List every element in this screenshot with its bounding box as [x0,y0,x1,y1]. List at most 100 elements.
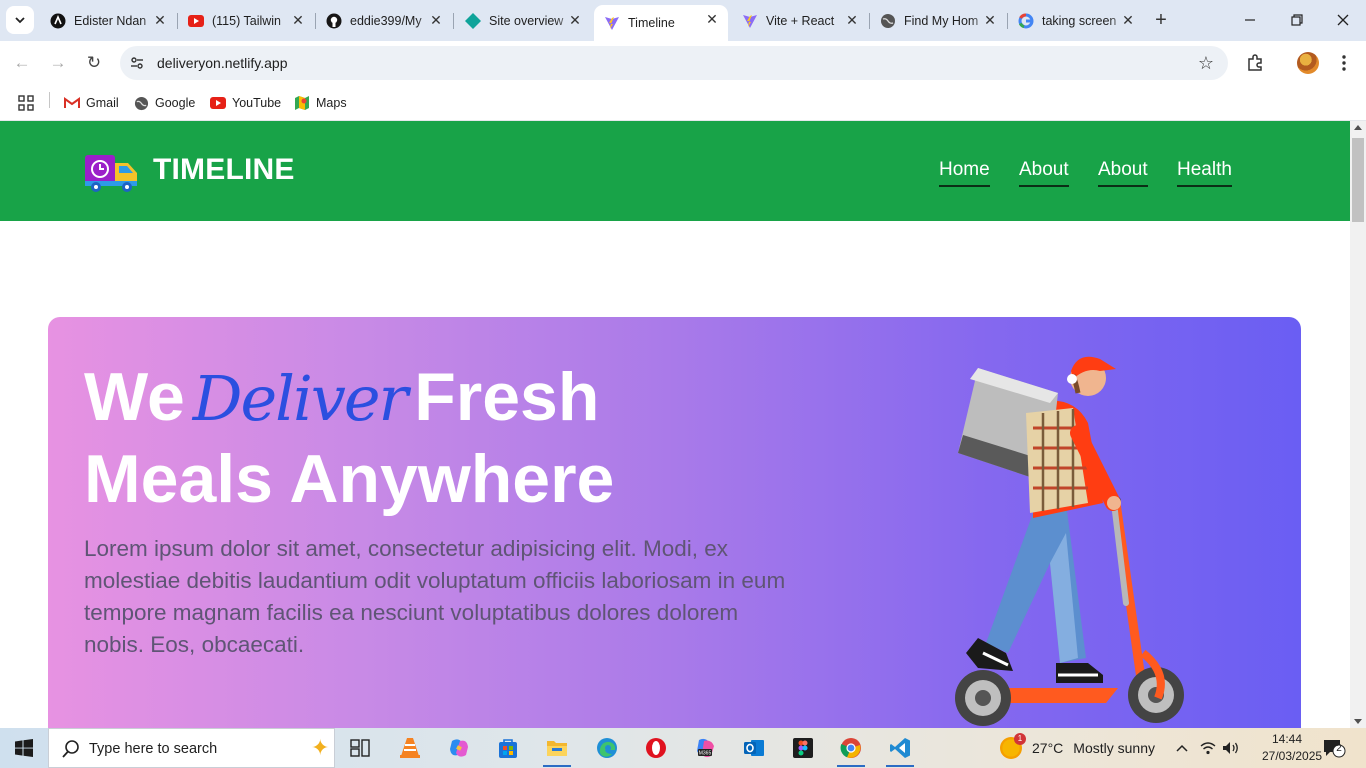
weather-temperature: 27°C [1032,740,1064,756]
close-icon[interactable]: ✕ [982,12,998,28]
forward-button[interactable]: → [46,51,70,75]
sun-icon: 1 [1000,733,1026,759]
tab-search-button[interactable] [6,6,34,34]
show-hidden-icons-button[interactable] [1174,738,1190,758]
file-explorer-icon[interactable] [541,732,573,767]
nav-link-home[interactable]: Home [939,159,990,187]
tab-find-my-home[interactable]: Find My Hom ✕ [870,6,1006,35]
microsoft-365-icon[interactable]: M365 [689,732,721,764]
search-icon [62,740,79,758]
apps-grid-icon [18,95,34,111]
tab-edister[interactable]: Edister Ndan ✕ [40,6,176,35]
bookmark-gmail[interactable]: Gmail [64,93,119,113]
bookmark-google[interactable]: Google [133,93,195,113]
close-icon[interactable]: ✕ [428,12,444,28]
profile-avatar[interactable] [1297,52,1319,74]
hero-banner: We Deliver Fresh Meals Anywhere Lorem ipsu… [48,317,1301,728]
close-icon[interactable]: ✕ [844,12,860,28]
bookmark-label: Maps [316,96,347,110]
volume-icon[interactable] [1221,738,1241,758]
outlook-icon[interactable] [738,732,770,764]
chrome-icon[interactable] [835,732,867,767]
search-placeholder: Type here to search [89,741,218,757]
notification-center-button[interactable]: 2 [1322,738,1346,758]
tab-title: (115) Tailwin [212,13,282,28]
url-text[interactable]: deliveryon.netlify.app [157,55,287,71]
close-icon[interactable]: ✕ [704,11,720,27]
extensions-icon[interactable] [1244,52,1266,74]
tab-title: taking screen [1042,13,1117,28]
delivery-truck-logo-icon[interactable] [84,151,140,193]
tab-youtube[interactable]: (115) Tailwin ✕ [178,6,314,35]
vite-icon [742,13,758,29]
notification-count: 2 [1336,743,1342,754]
scroll-up-arrow-icon[interactable] [1354,125,1362,130]
restore-button[interactable] [1285,8,1309,32]
youtube-icon [188,13,204,29]
bookmark-star-icon[interactable]: ☆ [1198,53,1214,74]
close-icon[interactable]: ✕ [567,12,583,28]
apps-grid-button[interactable] [18,93,34,113]
globe-icon [133,95,149,111]
address-bar[interactable]: deliveryon.netlify.app ☆ [120,46,1228,80]
wifi-icon[interactable] [1198,738,1218,758]
maps-icon [294,95,310,111]
bookmark-youtube[interactable]: YouTube [210,93,281,113]
hero-heading-script-word: Deliver [192,362,408,435]
menu-kebab-icon[interactable] [1333,52,1355,74]
netlify-icon [465,12,481,29]
figma-icon[interactable] [787,732,819,764]
tab-separator [453,13,454,29]
close-icon[interactable]: ✕ [152,12,168,28]
microsoft-store-icon[interactable] [492,732,524,764]
page-scrollbar[interactable] [1350,121,1366,728]
hero-heading-fresh: Fresh [414,359,600,435]
arrow-left-icon: ← [13,53,31,72]
opera-icon[interactable] [640,732,672,764]
start-button[interactable] [0,728,48,768]
nav-link-health[interactable]: Health [1177,159,1232,187]
site-info-icon[interactable] [128,54,146,72]
gmail-icon [64,95,80,111]
github-icon [326,13,342,29]
weather-widget[interactable]: 1 27°C Mostly sunny [1000,733,1155,760]
copilot-icon[interactable] [443,732,475,764]
brand-title[interactable]: TIMELINE [153,153,295,187]
tab-timeline[interactable]: Timeline ✕ [594,5,728,41]
bookmark-label: Gmail [86,96,119,110]
new-tab-button[interactable]: + [1150,9,1172,31]
scrollbar-thumb[interactable] [1352,138,1364,222]
bookmark-label: YouTube [232,96,282,110]
close-icon[interactable]: ✕ [1120,12,1136,28]
vscode-icon[interactable] [884,732,916,767]
scroll-down-arrow-icon[interactable] [1354,719,1362,724]
site-header: TIMELINE Home About About Health [0,121,1350,221]
reload-icon: ↻ [86,53,102,72]
system-clock[interactable]: 14:44 27/03/2025 [1262,731,1322,765]
nav-link-about[interactable]: About [1019,159,1069,187]
tab-netlify[interactable]: Site overview ✕ [455,6,591,35]
copilot-sparkle-icon[interactable]: ✦ [311,735,329,761]
close-icon[interactable]: ✕ [290,12,306,28]
back-button[interactable]: ← [10,51,34,75]
hero-heading-line2: Meals Anywhere [84,441,615,517]
bookmarks-bar: Gmail Google YouTube Maps [0,85,1366,121]
page-viewport: TIMELINE Home About About Health We Deliv… [0,121,1350,728]
task-view-icon[interactable] [344,732,376,764]
tab-vite-react[interactable]: Vite + React ✕ [732,6,868,35]
tab-title: Site overview [489,13,564,28]
edge-icon[interactable] [591,732,623,764]
tab-google-search[interactable]: taking screen ✕ [1008,6,1144,35]
browser-toolbar: ← → ↻ deliveryon.netlify.app ☆ [0,41,1366,85]
windows-logo-icon [15,739,33,757]
vlc-icon[interactable] [394,732,426,764]
reload-button[interactable]: ↻ [82,51,106,75]
taskbar-search-box[interactable]: Type here to search ✦ [48,728,335,768]
close-window-button[interactable] [1331,8,1355,32]
nav-link-about-2[interactable]: About [1098,159,1148,187]
bookmark-maps[interactable]: Maps [294,93,347,113]
chevron-down-icon [15,17,25,24]
minimize-button[interactable] [1238,8,1262,32]
weather-description: Mostly sunny [1073,740,1155,756]
tab-github[interactable]: eddie399/My ✕ [316,6,452,35]
